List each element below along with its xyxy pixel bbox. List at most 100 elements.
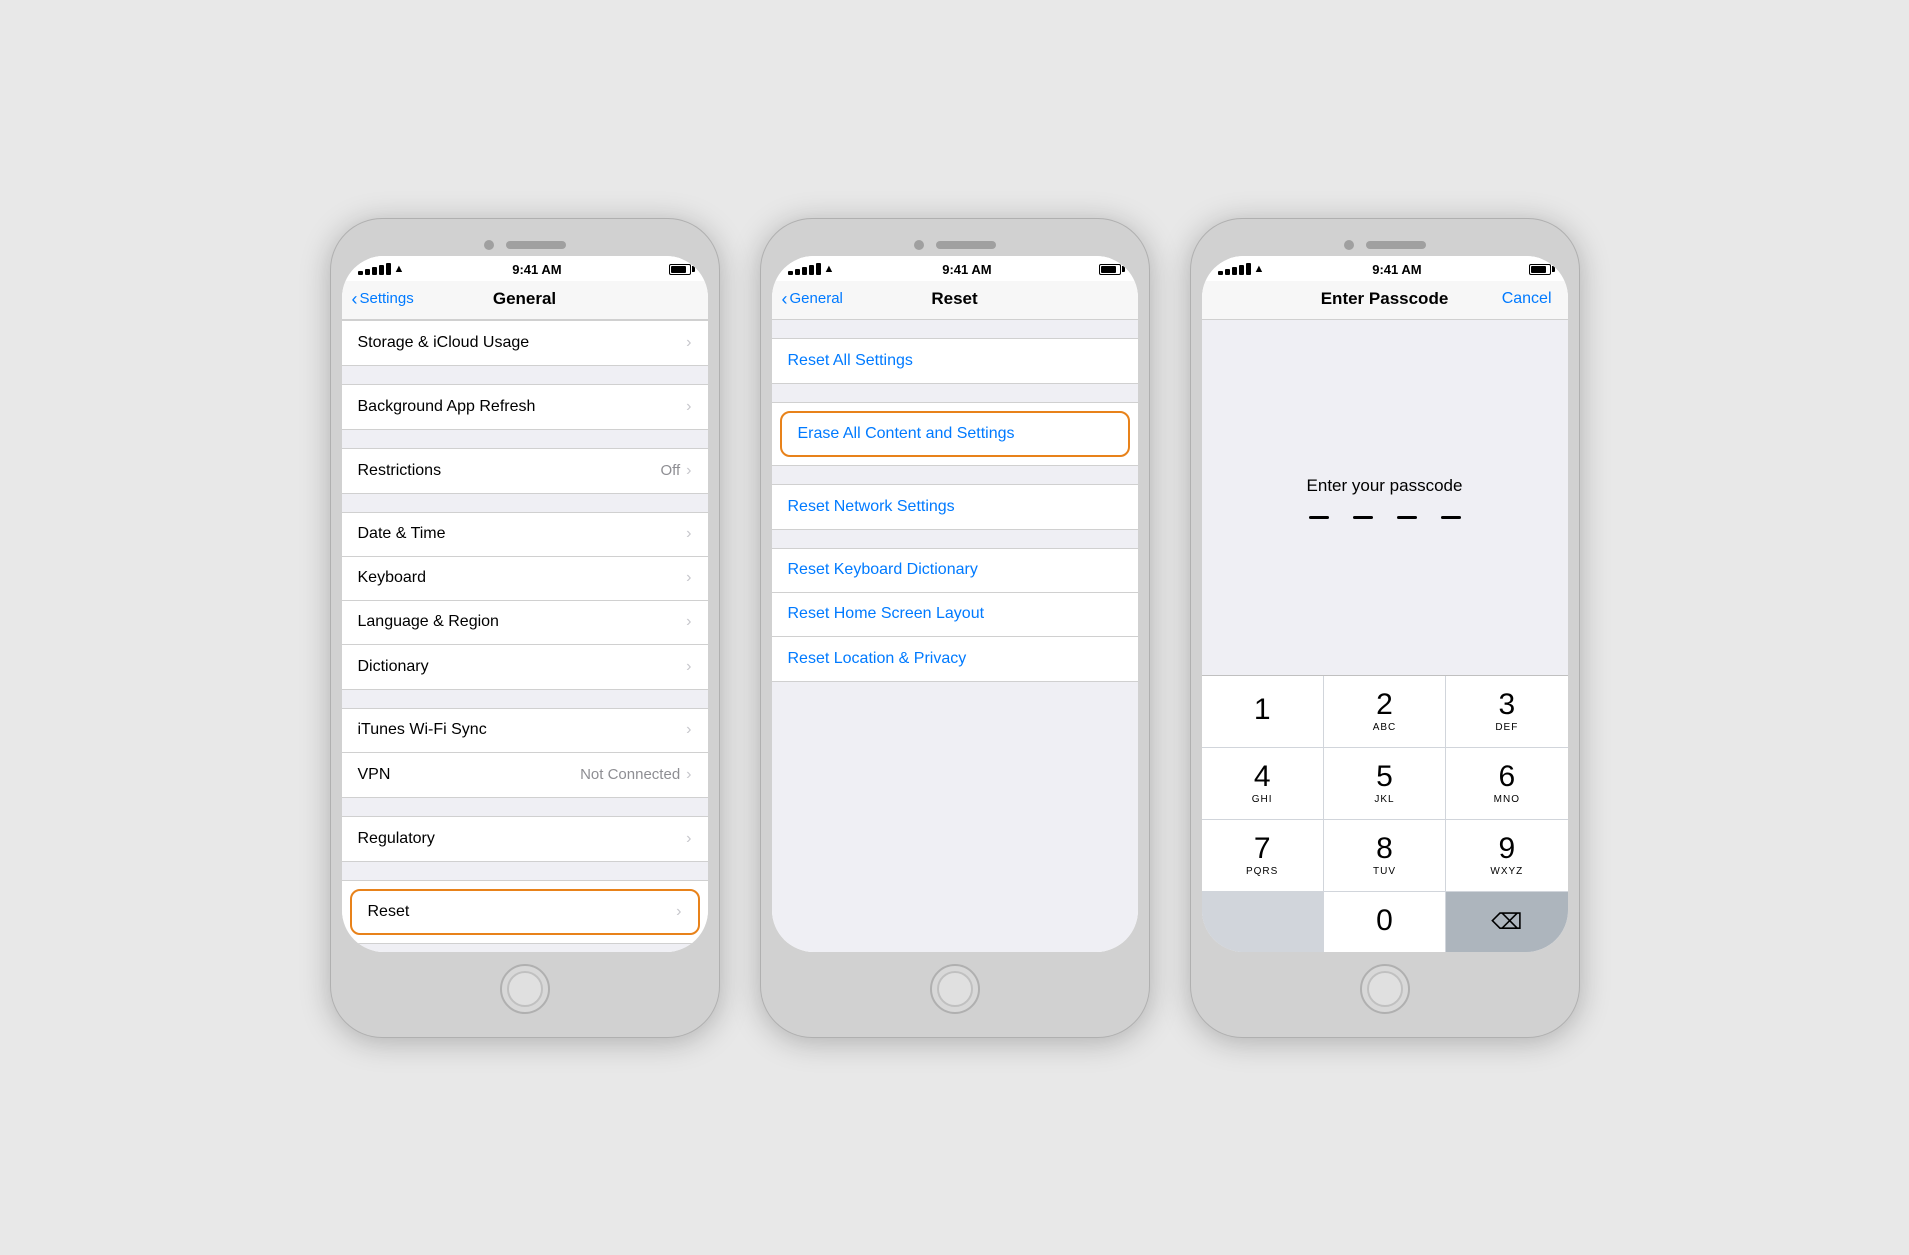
signal-bar [1225,269,1230,275]
signal-icon-2 [788,263,821,275]
reset-highlighted-item[interactable]: Reset › [350,889,700,935]
numpad-key-6[interactable]: 6 MNO [1446,748,1567,819]
signal-bar [816,263,821,275]
item-value: › [686,613,691,631]
list-item[interactable]: Language & Region › [342,601,708,645]
list-item[interactable]: Restrictions Off › [342,449,708,493]
list-item[interactable]: Storage & iCloud Usage › [342,321,708,365]
phone-1-bottom [342,952,708,1026]
phone-2-top [772,230,1138,256]
item-value: › [686,830,691,848]
list-item[interactable]: Background App Refresh › [342,385,708,429]
back-label-2[interactable]: General [790,290,843,307]
list-content-1: Storage & iCloud Usage › Background App … [342,320,708,952]
list-item[interactable]: Regulatory › [342,817,708,861]
reset-network-item[interactable]: Reset Network Settings [772,485,1138,529]
battery-icon [669,264,691,275]
chevron-icon: › [686,766,691,784]
numpad-num-7: 7 [1254,834,1271,864]
home-button-3[interactable] [1360,964,1410,1014]
phone-2-bottom [772,952,1138,1026]
numpad-letters-6: MNO [1494,794,1520,805]
numpad-key-delete[interactable]: ⌫ [1446,892,1567,952]
reset-all-settings-item[interactable]: Reset All Settings [772,339,1138,383]
numpad-letters-3: DEF [1495,722,1518,733]
reset-group-3: Reset Network Settings [772,484,1138,530]
reset-homescreen-label: Reset Home Screen Layout [788,605,985,623]
reset-keyboard-item[interactable]: Reset Keyboard Dictionary [772,549,1138,593]
numpad-num-9: 9 [1498,834,1515,864]
back-button-1[interactable]: ‹ Settings [352,290,414,308]
back-button-2[interactable]: ‹ General [782,290,843,308]
nav-bar-3: Enter Passcode Cancel [1202,281,1568,320]
reset-location-label: Reset Location & Privacy [788,650,967,668]
item-value: › [686,525,691,543]
list-item[interactable]: iTunes Wi-Fi Sync › [342,709,708,753]
phone-1-inner: ▲ 9:41 AM ‹ Settings General [342,256,708,952]
nav-title-1: General [493,289,556,309]
list-item[interactable]: Dictionary › [342,645,708,689]
item-label: Language & Region [358,613,499,631]
reset-all-settings-label: Reset All Settings [788,352,913,370]
item-label: VPN [358,766,391,784]
status-time-3: 9:41 AM [1372,262,1421,277]
section-gap [342,430,708,448]
item-value-text: Not Connected [580,766,680,783]
list-item[interactable]: Keyboard › [342,557,708,601]
wifi-icon: ▲ [394,263,405,275]
section-gap [342,862,708,880]
reset-location-item[interactable]: Reset Location & Privacy [772,637,1138,681]
chevron-icon: › [686,525,691,543]
status-left-2: ▲ [788,263,835,275]
numpad-key-7[interactable]: 7 PQRS [1202,820,1323,891]
camera-dot-3 [1344,240,1354,250]
reset-label: Reset [368,903,410,921]
chevron-icon: › [686,398,691,416]
reset-list-content: Reset All Settings Erase All Content and… [772,320,1138,952]
section-gap [342,798,708,816]
group-7: Reset › [342,880,708,944]
battery-fill-2 [1101,266,1115,273]
signal-bar [1232,267,1237,275]
home-button-2[interactable] [930,964,980,1014]
home-button-inner-3 [1367,971,1403,1007]
erase-highlighted-item[interactable]: Erase All Content and Settings [780,411,1130,457]
numpad-key-2[interactable]: 2 ABC [1324,676,1445,747]
signal-bar [1218,271,1223,275]
nav-bar-2: ‹ General Reset [772,281,1138,320]
group-2: Background App Refresh › [342,384,708,430]
numpad-num-0: 0 [1376,906,1393,936]
numpad-num-2: 2 [1376,690,1393,720]
numpad-num-8: 8 [1376,834,1393,864]
group-3: Restrictions Off › [342,448,708,494]
list-item[interactable]: Date & Time › [342,513,708,557]
phone-3-screen: ▲ 9:41 AM Enter Passcode Cancel Enter yo… [1202,256,1568,952]
item-label: Restrictions [358,462,442,480]
numpad-key-1[interactable]: 1 [1202,676,1323,747]
signal-bar [788,271,793,275]
numpad-key-0[interactable]: 0 [1324,892,1445,952]
passcode-dot-3 [1397,516,1417,519]
section-gap [772,320,1138,338]
status-bar-3: ▲ 9:41 AM [1202,256,1568,281]
nav-title-3: Enter Passcode [1321,289,1449,309]
list-item[interactable]: VPN Not Connected › [342,753,708,797]
phone-1-top [342,230,708,256]
numpad-key-9[interactable]: 9 WXYZ [1446,820,1567,891]
home-button-1[interactable] [500,964,550,1014]
numpad-letters-7: PQRS [1246,866,1278,877]
numpad-key-5[interactable]: 5 JKL [1324,748,1445,819]
reset-homescreen-item[interactable]: Reset Home Screen Layout [772,593,1138,637]
back-label-1[interactable]: Settings [360,290,414,307]
cancel-button[interactable]: Cancel [1502,290,1552,308]
numpad-key-4[interactable]: 4 GHI [1202,748,1323,819]
signal-bar [795,269,800,275]
numpad-letters-2: ABC [1373,722,1397,733]
numpad-key-8[interactable]: 8 TUV [1324,820,1445,891]
section-gap [342,690,708,708]
chevron-icon: › [686,721,691,739]
item-value: › [686,721,691,739]
section-gap [342,494,708,512]
phone-3-bottom [1202,952,1568,1026]
numpad-key-3[interactable]: 3 DEF [1446,676,1567,747]
